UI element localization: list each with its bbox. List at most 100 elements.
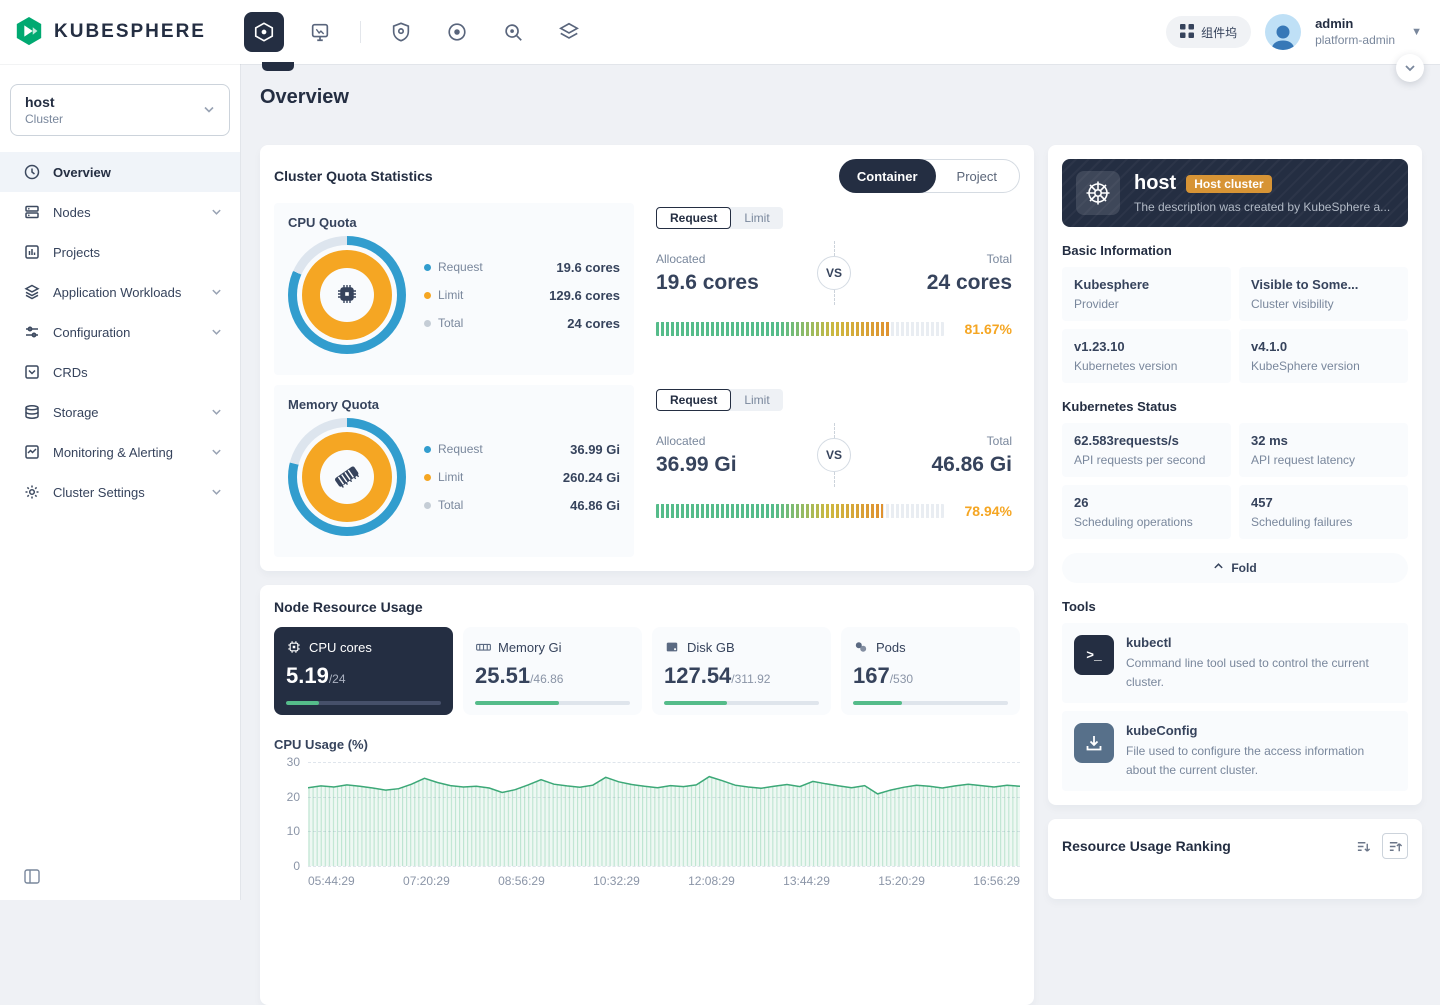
cell-label: Scheduling failures [1251, 515, 1396, 529]
header-right: 组件坞 admin platform-admin ▼ [1166, 14, 1440, 50]
sidebar-collapse-icon[interactable] [24, 869, 40, 887]
x-tick: 05:44:29 [308, 874, 355, 888]
sidebar-item-cluster-settings[interactable]: Cluster Settings [0, 472, 240, 512]
sidebar-item-label: Nodes [53, 205, 91, 220]
legend-label: Limit [438, 288, 463, 302]
host-description: The description was created by KubeSpher… [1134, 200, 1394, 214]
quota-scope-toggle: Container Project [839, 159, 1020, 193]
storage-icon [24, 404, 40, 420]
kubesphere-logo[interactable]: KUBESPHERE [0, 16, 244, 49]
cpu-quota-percent: 81.67% [954, 321, 1012, 337]
sidebar-item-overview[interactable]: Overview [0, 152, 240, 192]
y-tick: 30 [274, 755, 300, 769]
chevron-down-icon [211, 445, 222, 460]
cluster-selector[interactable]: host Cluster [10, 84, 230, 136]
banner-collapse-button[interactable] [1396, 54, 1424, 82]
sidebar-item-label: Projects [53, 245, 100, 260]
cluster-helm-icon [1076, 171, 1120, 215]
cpu-quota-legend: Request 19.6 cores Limit 129.6 cores [424, 260, 620, 331]
access-control-icon[interactable] [381, 12, 421, 52]
tab-total: /311.92 [731, 672, 770, 686]
tab-total: /24 [329, 672, 346, 686]
x-tick: 15:20:29 [878, 874, 925, 888]
cluster-settings-icon [24, 484, 40, 500]
fold-label: Fold [1231, 561, 1256, 575]
chevron-down-icon [211, 485, 222, 500]
segment-request[interactable]: Request [656, 389, 731, 411]
top-header: KUBESPHERE 组件坞 [0, 0, 1440, 64]
basic-info-title: Basic Information [1062, 243, 1408, 258]
x-tick: 10:32:29 [593, 874, 640, 888]
tab-cpu-cores[interactable]: CPU cores 5.19/24 [274, 627, 453, 715]
vs-separator: VS [817, 241, 851, 305]
tab-pods[interactable]: Pods 167/530 [841, 627, 1020, 715]
sidebar-item-crds[interactable]: CRDs [0, 352, 240, 392]
tool-kubectl[interactable]: >_ kubectl Command line tool used to con… [1062, 623, 1408, 703]
legend-row: Total 24 cores [424, 316, 620, 331]
cpu-quota-panel: CPU Quota [274, 203, 634, 375]
sort-ascending-icon[interactable] [1382, 833, 1408, 859]
user-info[interactable]: admin platform-admin [1315, 16, 1395, 47]
cluster-quota-card: Cluster Quota Statistics Container Proje… [260, 145, 1034, 571]
nav-divider [360, 21, 361, 43]
segment-limit[interactable]: Limit [731, 389, 782, 411]
usage-tabs: CPU cores 5.19/24 Memory Gi [274, 627, 1020, 715]
segment-limit[interactable]: Limit [731, 207, 782, 229]
tab-value: 25.51 [475, 663, 530, 688]
sidebar-item-projects[interactable]: Projects [0, 232, 240, 272]
k8s-status-title: Kubernetes Status [1062, 399, 1408, 414]
overview-icon [24, 164, 40, 180]
sidebar-item-monitoring-alerting[interactable]: Monitoring & Alerting [0, 432, 240, 472]
vs-badge: VS [817, 438, 851, 472]
tab-label: Disk GB [687, 640, 735, 655]
platform-settings-icon[interactable] [437, 12, 477, 52]
cpu-chip-icon [286, 639, 302, 655]
sidebar-item-label: Cluster Settings [53, 485, 145, 500]
application-workloads-icon [24, 284, 40, 300]
user-menu-caret-icon[interactable]: ▼ [1411, 26, 1422, 38]
tool-kubeconfig[interactable]: kubeConfig File used to configure the ac… [1062, 711, 1408, 791]
memory-quota-row: Memory Quota [274, 385, 1020, 557]
tab-disk-gb[interactable]: Disk GB 127.54/311.92 [652, 627, 831, 715]
tab-value: 5.19 [286, 663, 329, 688]
toggle-container[interactable]: Container [839, 159, 936, 193]
k8s-status-grid: 62.583requests/s API requests per second… [1062, 423, 1408, 539]
info-cell-k8s-version: v1.23.10 Kubernetes version [1062, 329, 1231, 383]
toggle-project[interactable]: Project [935, 169, 1019, 184]
memory-quota-detail: Request Limit Allocated 36.99 Gi [634, 385, 1020, 557]
y-tick: 10 [274, 824, 300, 838]
workspace-icon[interactable] [300, 12, 340, 52]
legend-value: 24 cores [567, 316, 620, 331]
header-nav [244, 12, 589, 52]
x-tick: 16:56:29 [973, 874, 1020, 888]
segment-request[interactable]: Request [656, 207, 731, 229]
extensions-icon[interactable] [549, 12, 589, 52]
cell-label: Cluster visibility [1251, 297, 1396, 311]
sort-descending-icon[interactable] [1350, 833, 1376, 859]
y-tick: 20 [274, 790, 300, 804]
x-tick: 08:56:29 [498, 874, 545, 888]
cell-value: Kubesphere [1074, 277, 1219, 292]
sidebar-item-configuration[interactable]: Configuration [0, 312, 240, 352]
fold-button[interactable]: Fold [1062, 553, 1408, 583]
sidebar-item-nodes[interactable]: Nodes [0, 192, 240, 232]
user-role: platform-admin [1315, 33, 1395, 48]
memory-stick-icon [475, 639, 491, 655]
memory-quota-donut [288, 418, 406, 536]
legend-row: Request 19.6 cores [424, 260, 620, 275]
memory-quota-title: Memory Quota [288, 397, 620, 412]
user-avatar[interactable] [1265, 14, 1301, 50]
legend-label: Request [438, 260, 483, 274]
resource-usage-ranking-card: Resource Usage Ranking [1048, 819, 1422, 899]
sidebar-item-application-workloads[interactable]: Application Workloads [0, 272, 240, 312]
cluster-management-icon[interactable] [244, 12, 284, 52]
sidebar-item-storage[interactable]: Storage [0, 392, 240, 432]
tab-memory-gi[interactable]: Memory Gi 25.51/46.86 [463, 627, 642, 715]
basic-info-grid: Kubesphere Provider Visible to Some... C… [1062, 267, 1408, 383]
cpu-quota-row: CPU Quota [274, 203, 1020, 375]
components-dock-button[interactable]: 组件坞 [1166, 16, 1251, 48]
info-cell-visibility: Visible to Some... Cluster visibility [1239, 267, 1408, 321]
search-icon[interactable] [493, 12, 533, 52]
allocated-label: Allocated [656, 252, 791, 266]
cpu-chip-icon [336, 283, 358, 308]
